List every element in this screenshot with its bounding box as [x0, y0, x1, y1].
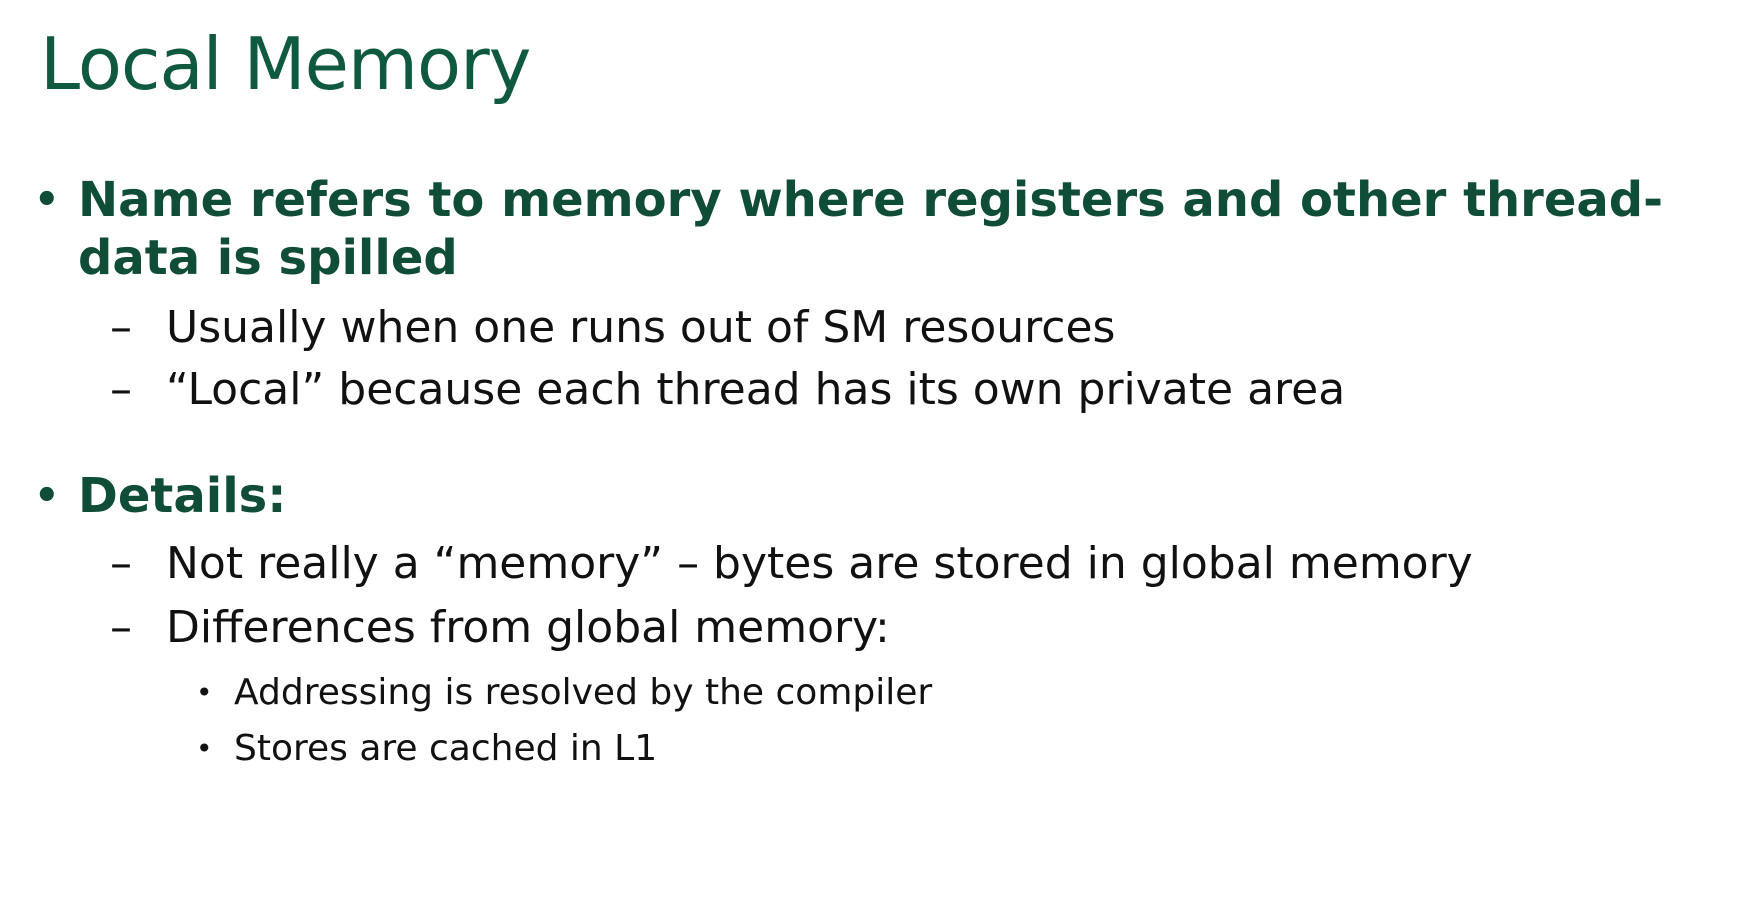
slide: Local Memory • Name refers to memory whe… [0, 0, 1759, 906]
subitem-2-2-text: Differences from global memory: [166, 602, 890, 653]
subitem-2-2-marker: – [110, 602, 132, 653]
bullet-2-text: Details: [78, 468, 287, 524]
bullet-1-text-line-2: data is spilled [78, 230, 458, 286]
bullet-2: • Details: [34, 464, 287, 528]
subitem-1-1: – Usually when one runs out of SM resour… [110, 298, 1116, 358]
subsubitem-2-2-2: • Stores are cached in L1 [196, 724, 658, 774]
slide-title: Local Memory [40, 22, 531, 106]
subitem-2-1: – Not really a “memory” – bytes are stor… [110, 534, 1473, 594]
subitem-2-2: – Differences from global memory: [110, 598, 890, 658]
subsubitem-2-2-2-text: Stores are cached in L1 [234, 728, 658, 769]
subitem-2-1-marker: – [110, 538, 132, 589]
subsubitem-2-2-1-marker: • [196, 676, 213, 709]
subitem-1-2: – “Local” because each thread has its ow… [110, 360, 1346, 420]
subsubitem-2-2-1-text: Addressing is resolved by the compiler [234, 672, 933, 713]
subitem-1-2-text: “Local” because each thread has its own … [166, 364, 1346, 415]
subitem-1-1-text: Usually when one runs out of SM resource… [166, 302, 1116, 353]
subitem-2-1-text: Not really a “memory” – bytes are stored… [166, 538, 1473, 589]
bullet-1-line-1: • Name refers to memory where registers … [34, 168, 1664, 232]
subsubitem-2-2-1: • Addressing is resolved by the compiler [196, 668, 933, 718]
subitem-1-1-marker: – [110, 302, 132, 353]
bullet-1-text-line-1: Name refers to memory where registers an… [78, 172, 1664, 228]
bullet-1-line-2: data is spilled [78, 226, 458, 290]
subitem-1-2-marker: – [110, 364, 132, 415]
bullet-2-marker: • [34, 473, 60, 519]
subsubitem-2-2-2-marker: • [196, 732, 213, 765]
bullet-1-marker: • [34, 177, 60, 223]
